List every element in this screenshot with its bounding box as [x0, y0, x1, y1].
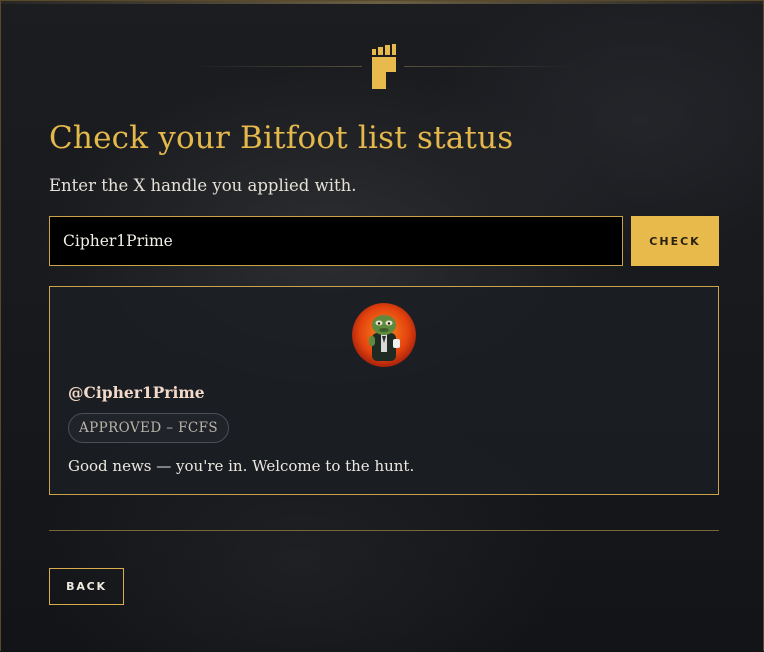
bitfoot-logo-icon [372, 44, 396, 89]
logo-header [0, 44, 764, 90]
divider [49, 530, 719, 531]
check-button[interactable]: CHECK [631, 216, 719, 266]
status-badge: APPROVED – FCFS [68, 413, 229, 443]
page-title: Check your Bitfoot list status [49, 120, 514, 156]
result-card: @Cipher1Prime APPROVED – FCFS Good news … [49, 286, 719, 495]
x-handle-input[interactable] [49, 216, 623, 266]
page-subtitle: Enter the X handle you applied with. [49, 176, 357, 195]
avatar [352, 303, 416, 367]
logo-divider-left [190, 66, 362, 67]
result-message: Good news — you're in. Welcome to the hu… [68, 457, 415, 475]
logo-divider-right [404, 66, 576, 67]
back-button[interactable]: BACK [49, 568, 124, 605]
result-handle: @Cipher1Prime [68, 383, 205, 402]
avatar-image [352, 303, 416, 367]
